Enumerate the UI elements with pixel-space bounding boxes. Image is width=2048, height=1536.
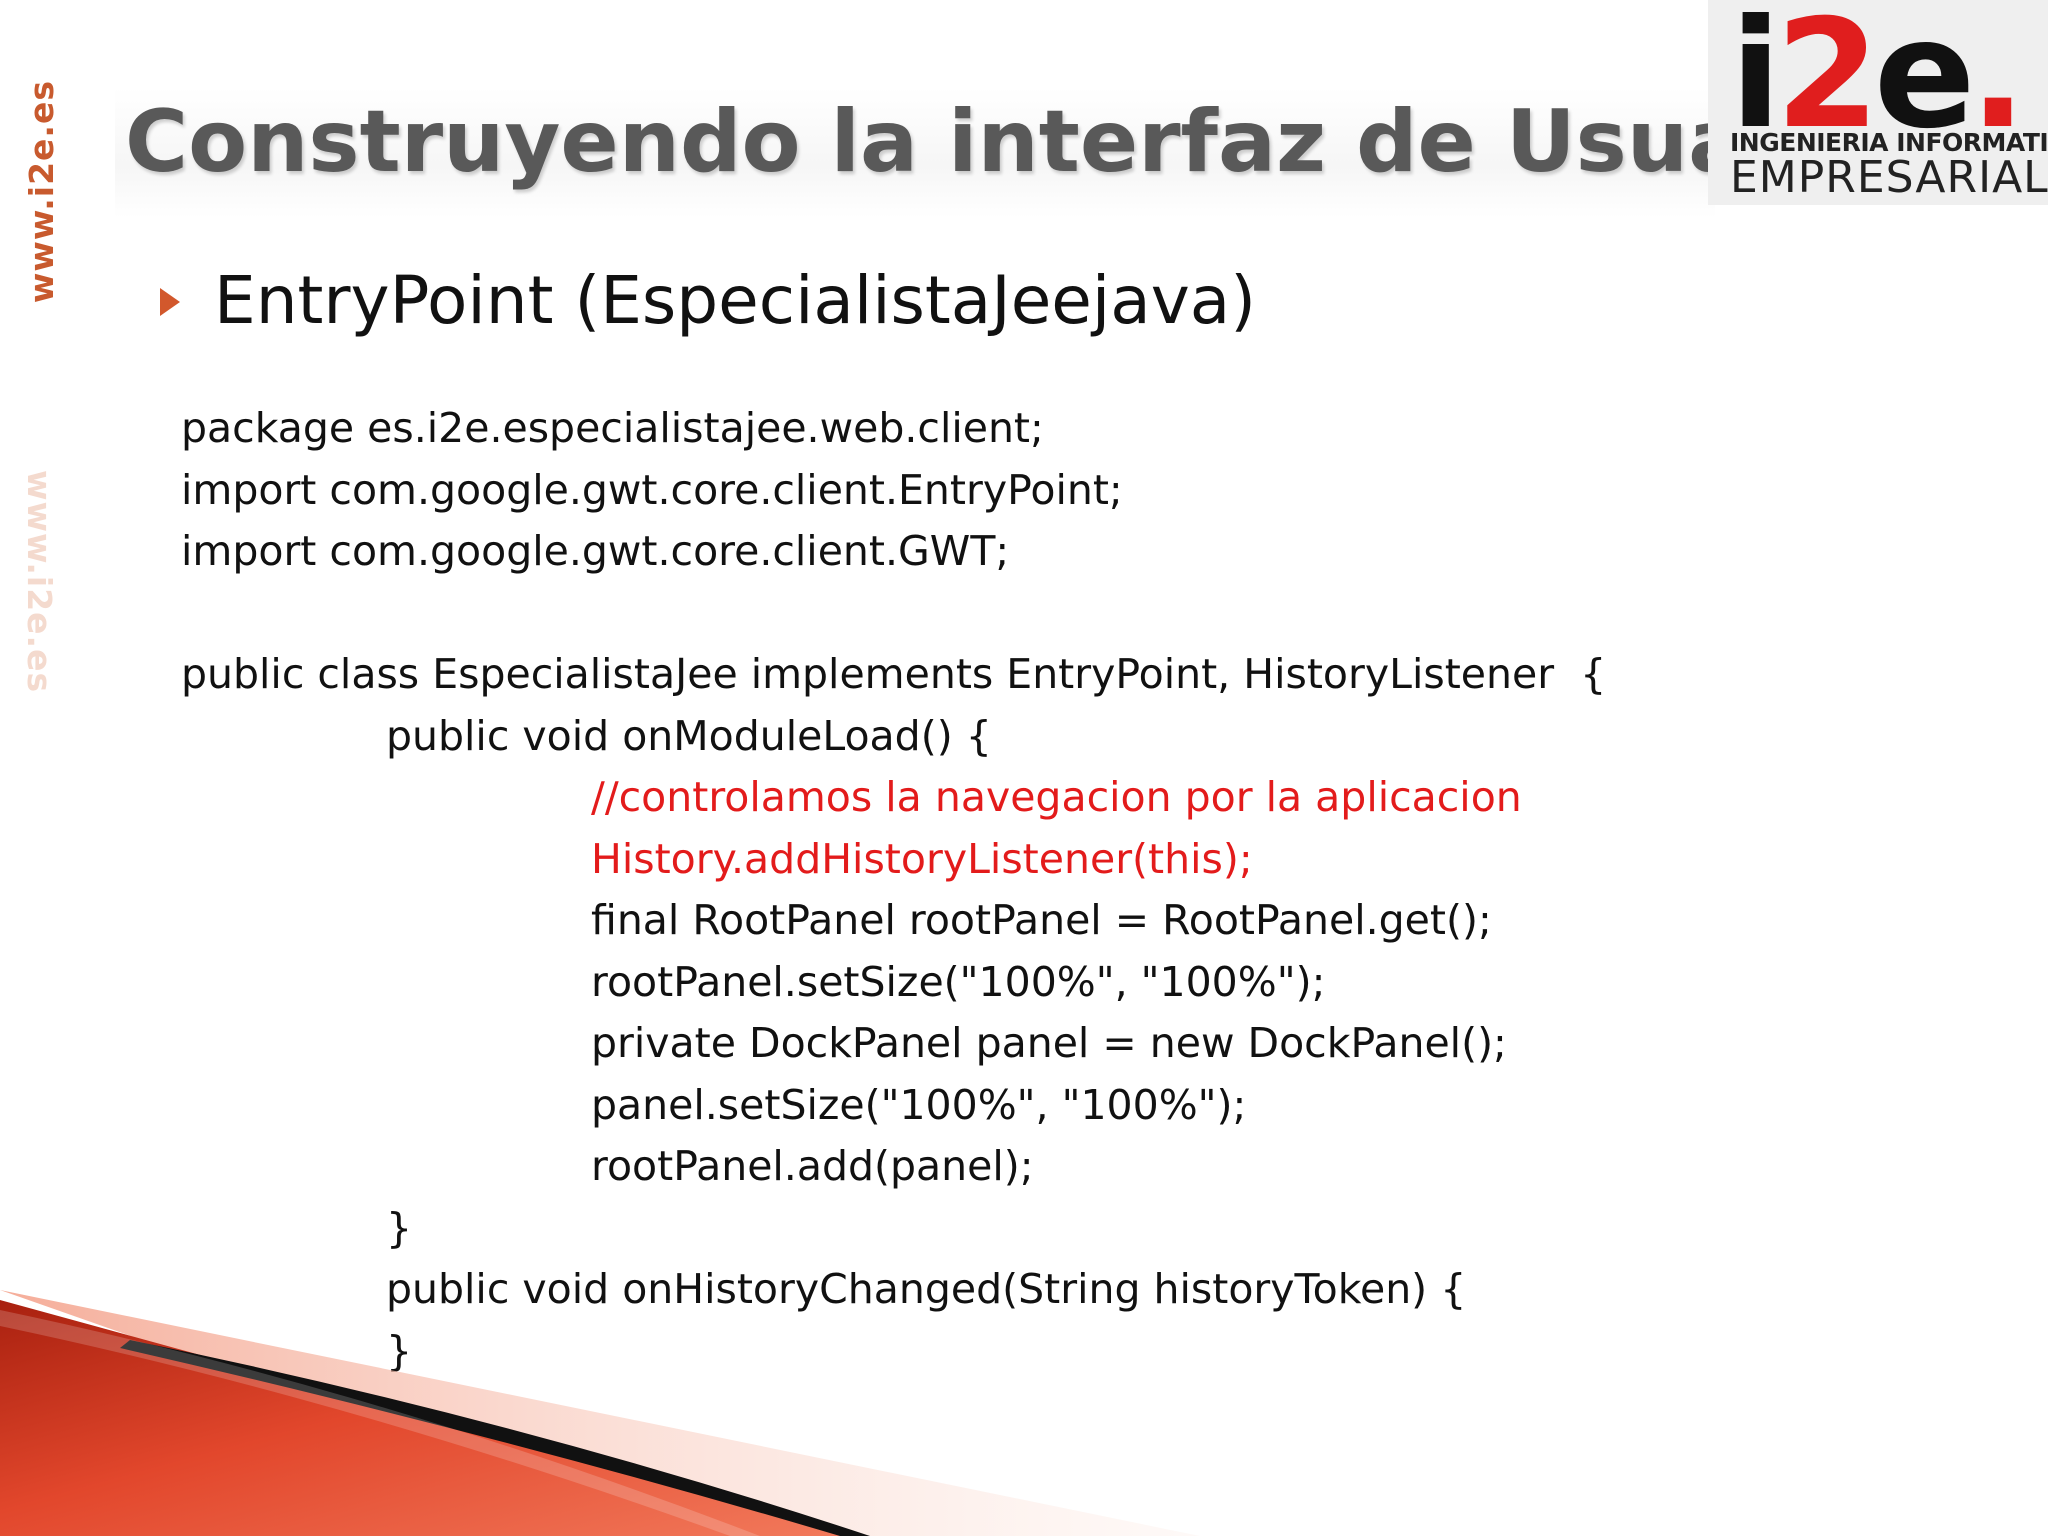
code-line: import com.google.gwt.core.client.EntryP… [181,465,1123,514]
logo-tagline-2: EMPRESARIAL [1730,152,2048,203]
code-line: import com.google.gwt.core.client.GWT; [181,527,1010,575]
side-url-reflection: www.i2e.es [20,470,59,694]
decorative-swoosh [0,1290,1200,1536]
side-url-text: www.i2e.es [22,80,61,304]
code-line-highlighted: History.addHistoryListener(this); [591,834,1253,883]
code-line: final RootPanel rootPanel = RootPanel.ge… [591,896,1492,944]
slide: www.i2e.es www.i2e.es Construyendo la in… [0,0,2048,1536]
i2e-logo: i2e. INGENIERIA INFORMATICA EMPRESARIAL [1708,0,2048,205]
code-line: package es.i2e.especialistajee.web.clien… [181,404,1044,452]
bullet-heading-text: EntryPoint (EspecialistaJeejava) [214,262,1256,339]
code-line: rootPanel.setSize("100%", "100%"); [591,957,1326,1006]
triangle-bullet-icon [160,288,180,316]
code-line: } [386,1203,413,1252]
code-line: panel.setSize("100%", "100%"); [591,1080,1247,1129]
code-line: public class EspecialistaJee implements … [181,650,1607,698]
code-line: public void onModuleLoad() { [386,711,992,760]
code-line: private DockPanel panel = new DockPanel(… [591,1019,1507,1067]
code-line: rootPanel.add(panel); [591,1142,1034,1190]
code-line-highlighted: //controlamos la navegacion por la aplic… [591,773,1522,821]
slide-title: Construyendo la interfaz de Usuario [125,92,1878,192]
